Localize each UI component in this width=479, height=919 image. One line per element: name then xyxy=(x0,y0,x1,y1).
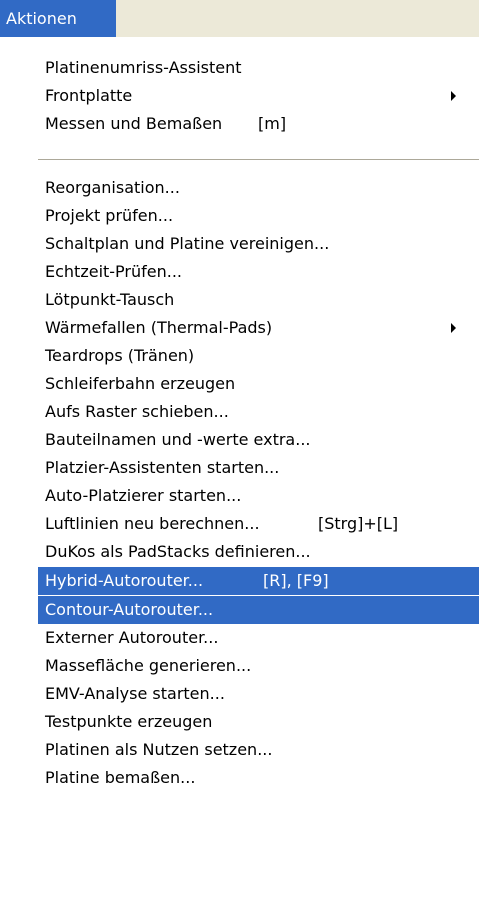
menu-item-label: Wärmefallen (Thermal-Pads) xyxy=(45,318,273,337)
menu-item-label: DuKos als PadStacks definieren... xyxy=(45,542,311,561)
menu-item-label: Schleiferbahn erzeugen xyxy=(45,374,236,393)
menu-item-masseflaeche-generieren[interactable]: Massefläche generieren... xyxy=(38,652,479,680)
menu-item-label: Hybrid-Autorouter... xyxy=(45,571,204,590)
menu-item-projekt-pruefen[interactable]: Projekt prüfen... xyxy=(38,202,479,230)
menu-item-luftlinien-neu-berechnen[interactable]: Luftlinien neu berechnen... [Strg]+[L] xyxy=(38,510,479,538)
menu-screen: Aktionen Platinenumriss-Assistent Frontp… xyxy=(0,0,479,919)
menu-item-platinenumriss-assistent[interactable]: Platinenumriss-Assistent xyxy=(38,54,479,82)
submenu-arrow-icon xyxy=(451,323,456,333)
menu-item-messen-und-bemassen[interactable]: Messen und Bemaßen [m] xyxy=(38,110,479,138)
menu-item-label: Auto-Platzierer starten... xyxy=(45,486,242,505)
menu-item-bauteilnamen-extra[interactable]: Bauteilnamen und -werte extra... xyxy=(38,426,479,454)
menu-item-shortcut: [Strg]+[L] xyxy=(318,514,399,533)
menu-item-label: Reorganisation... xyxy=(45,178,180,197)
aktionen-dropdown-menu: Platinenumriss-Assistent Frontplatte Mes… xyxy=(0,37,479,919)
menu-item-label: Frontplatte xyxy=(45,86,133,105)
submenu-arrow-icon xyxy=(451,91,456,101)
menu-item-echtzeit-pruefen[interactable]: Echtzeit-Prüfen... xyxy=(38,258,479,286)
menu-item-label: Platinen als Nutzen setzen... xyxy=(45,740,273,759)
menu-item-platzier-assistenten[interactable]: Platzier-Assistenten starten... xyxy=(38,454,479,482)
menu-item-reorganisation[interactable]: Reorganisation... xyxy=(38,174,479,202)
menu-item-emv-analyse[interactable]: EMV-Analyse starten... xyxy=(38,680,479,708)
menu-item-waermefallen[interactable]: Wärmefallen (Thermal-Pads) xyxy=(38,314,479,342)
menu-item-label: Platzier-Assistenten starten... xyxy=(45,458,280,477)
menu-item-externer-autorouter[interactable]: Externer Autorouter... xyxy=(38,624,479,652)
menu-item-label: Platine bemaßen... xyxy=(45,768,196,787)
menu-item-label: Platinenumriss-Assistent xyxy=(45,58,242,77)
menu-item-auto-platzierer[interactable]: Auto-Platzierer starten... xyxy=(38,482,479,510)
menu-item-teardrops[interactable]: Teardrops (Tränen) xyxy=(38,342,479,370)
menu-item-hybrid-autorouter[interactable]: Hybrid-Autorouter... [R], [F9] xyxy=(38,567,479,595)
menu-item-label: Schaltplan und Platine vereinigen... xyxy=(45,234,330,253)
menu-item-aufs-raster-schieben[interactable]: Aufs Raster schieben... xyxy=(38,398,479,426)
menu-item-label: Bauteilnamen und -werte extra... xyxy=(45,430,311,449)
menu-item-label: Luftlinien neu berechnen... xyxy=(45,514,260,533)
menu-aktionen[interactable]: Aktionen xyxy=(0,0,116,37)
menu-item-loetpunkt-tausch[interactable]: Lötpunkt-Tausch xyxy=(38,286,479,314)
menu-item-label: Externer Autorouter... xyxy=(45,628,219,647)
menu-item-label: Lötpunkt-Tausch xyxy=(45,290,175,309)
menu-bar: Aktionen xyxy=(0,0,479,37)
menu-item-label: Echtzeit-Prüfen... xyxy=(45,262,183,281)
menu-item-contour-autorouter[interactable]: Contour-Autorouter... xyxy=(38,596,479,624)
menu-item-shortcut: [R], [F9] xyxy=(263,571,329,590)
menu-item-dukos-als-padstacks[interactable]: DuKos als PadStacks definieren... xyxy=(38,538,479,566)
menu-item-schleiferbahn-erzeugen[interactable]: Schleiferbahn erzeugen xyxy=(38,370,479,398)
menu-item-label: Projekt prüfen... xyxy=(45,206,174,225)
menu-item-shortcut: [m] xyxy=(258,114,287,133)
menu-item-label: Contour-Autorouter... xyxy=(45,600,214,619)
menu-item-label: Messen und Bemaßen xyxy=(45,114,223,133)
menu-item-label: EMV-Analyse starten... xyxy=(45,684,225,703)
menu-item-label: Aufs Raster schieben... xyxy=(45,402,229,421)
menu-item-label: Massefläche generieren... xyxy=(45,656,252,675)
menu-item-testpunkte-erzeugen[interactable]: Testpunkte erzeugen xyxy=(38,708,479,736)
menu-item-schaltplan-und-platine-vereinigen[interactable]: Schaltplan und Platine vereinigen... xyxy=(38,230,479,258)
menu-item-label: Teardrops (Tränen) xyxy=(45,346,195,365)
menu-separator-highlight xyxy=(38,160,479,161)
menu-item-platinen-als-nutzen[interactable]: Platinen als Nutzen setzen... xyxy=(38,736,479,764)
menu-item-frontplatte[interactable]: Frontplatte xyxy=(38,82,479,110)
menu-item-label: Testpunkte erzeugen xyxy=(45,712,213,731)
menu-item-platine-bemassen[interactable]: Platine bemaßen... xyxy=(38,764,479,792)
